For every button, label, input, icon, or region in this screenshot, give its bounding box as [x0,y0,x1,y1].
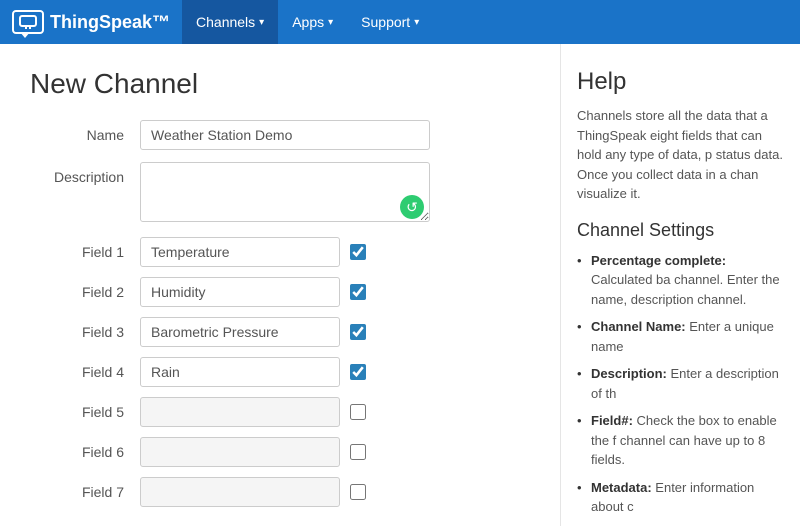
field-label-7: Field 7 [30,484,140,500]
channels-caret: ▾ [259,17,264,28]
help-list-item: Percentage complete: Calculated ba chann… [577,251,784,310]
description-group: Description [30,162,530,225]
field-label-3: Field 3 [30,324,140,340]
help-list-item: Metadata: Enter information about c [577,478,784,517]
field-input-1[interactable] [140,237,340,267]
name-input[interactable] [140,120,430,150]
help-intro: Channels store all the data that a Thing… [577,106,784,204]
help-panel: Help Channels store all the data that a … [560,44,800,526]
support-caret: ▾ [414,17,419,28]
fields-container: Field 1 Field 2 Field 3 Field 4 Field 5 Field… [30,237,530,507]
field-input-3[interactable] [140,317,340,347]
field-checkbox-4[interactable] [350,364,366,380]
description-label: Description [30,162,140,185]
channels-link[interactable]: Channels ▾ [182,0,278,44]
field-input-4[interactable] [140,357,340,387]
field-row: Field 2 [30,277,530,307]
name-label: Name [30,120,140,143]
brand: ThingSpeak™ [12,10,170,34]
name-group: Name [30,120,530,150]
nav-apps[interactable]: Apps ▾ [278,0,347,44]
help-list-item: Channel Name: Enter a unique name [577,317,784,356]
nav-channels[interactable]: Channels ▾ [182,0,278,44]
field-label-1: Field 1 [30,244,140,260]
field-row: Field 1 [30,237,530,267]
field-input-2[interactable] [140,277,340,307]
field-label-2: Field 2 [30,284,140,300]
field-row: Field 6 [30,437,530,467]
field-checkbox-2[interactable] [350,284,366,300]
apps-link[interactable]: Apps ▾ [278,0,347,44]
help-list-item: Description: Enter a description of th [577,364,784,403]
nav-menu: Channels ▾ Apps ▾ Support ▾ [182,0,433,44]
navbar: ThingSpeak™ Channels ▾ Apps ▾ Support ▾ [0,0,800,44]
support-link[interactable]: Support ▾ [347,0,433,44]
description-refresh-icon[interactable] [400,195,424,219]
field-row: Field 7 [30,477,530,507]
description-textarea[interactable] [140,162,430,222]
field-row: Field 3 [30,317,530,347]
field-input-5[interactable] [140,397,340,427]
field-checkbox-5[interactable] [350,404,366,420]
description-wrapper [140,162,430,225]
field-label-4: Field 4 [30,364,140,380]
field-row: Field 4 [30,357,530,387]
field-checkbox-3[interactable] [350,324,366,340]
page-title: New Channel [30,68,530,100]
apps-caret: ▾ [328,17,333,28]
help-list: Percentage complete: Calculated ba chann… [577,251,784,526]
form-panel: New Channel Name Description Field 1Fiel… [0,44,560,526]
main-container: New Channel Name Description Field 1Fiel… [0,44,800,526]
brand-name: ThingSpeak™ [50,12,170,33]
field-checkbox-1[interactable] [350,244,366,260]
field-input-7[interactable] [140,477,340,507]
field-label-6: Field 6 [30,444,140,460]
field-checkbox-6[interactable] [350,444,366,460]
field-row: Field 5 [30,397,530,427]
help-title: Help [577,68,784,96]
help-section-title: Channel Settings [577,220,784,241]
field-label-5: Field 5 [30,404,140,420]
brand-icon [12,10,44,34]
nav-support[interactable]: Support ▾ [347,0,433,44]
field-input-6[interactable] [140,437,340,467]
field-checkbox-7[interactable] [350,484,366,500]
help-list-item: Field#: Check the box to enable the f ch… [577,411,784,470]
